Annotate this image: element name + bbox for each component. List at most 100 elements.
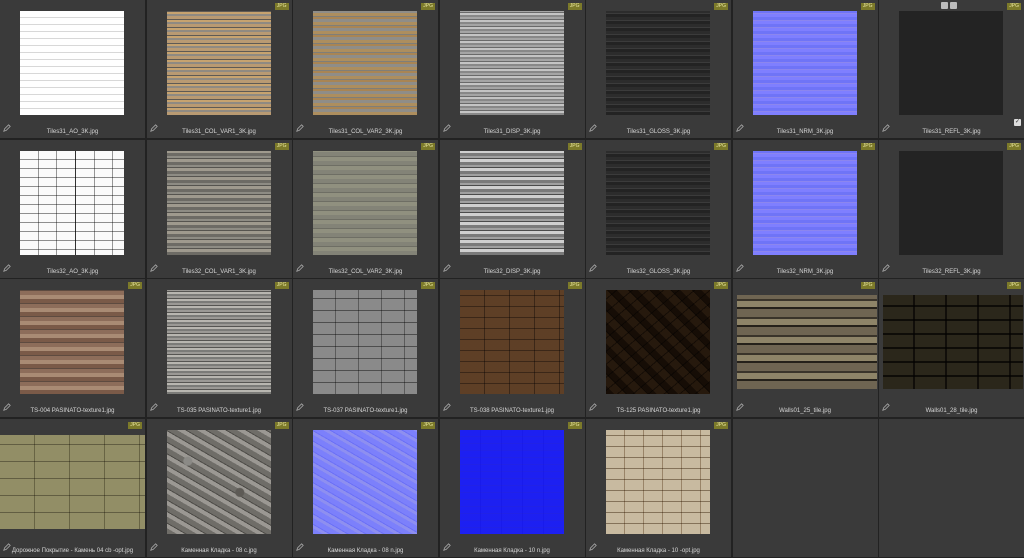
- thumbnail-item[interactable]: JPG Каменная Кладка - 10 -opt.jpg: [586, 418, 731, 557]
- pencil-icon[interactable]: [442, 259, 451, 272]
- pencil-icon[interactable]: [296, 259, 304, 272]
- thumbnail-item[interactable]: Tiles31_AO_3K.jpg: [0, 0, 145, 138]
- square-icon[interactable]: [941, 2, 948, 9]
- thumbnail-item[interactable]: JPG TS-035 PASINATO-texture1.jpg: [146, 279, 292, 417]
- file-type-badge: JPG: [1007, 282, 1021, 289]
- pencil-icon[interactable]: [149, 398, 158, 411]
- thumbnail-item[interactable]: JPG Tiles32_GLOSS_3K.jpg: [586, 139, 731, 278]
- thumbnail-image[interactable]: [752, 150, 857, 255]
- file-name-label: Tiles31_COL_VAR1_3K.jpg: [182, 129, 256, 135]
- file-type-badge: JPG: [567, 282, 582, 289]
- pencil-icon[interactable]: [882, 398, 890, 411]
- pencil-icon[interactable]: [149, 119, 158, 132]
- thumbnail-item[interactable]: JPG Tiles32_COL_VAR2_3K.jpg: [293, 139, 438, 278]
- thumbnail-item[interactable]: JPG Tiles31_COL_VAR2_3K.jpg: [293, 0, 438, 138]
- thumbnail-item[interactable]: JPG TS-004 PASINATO-texture1.jpg: [0, 279, 145, 417]
- thumbnail-item[interactable]: JPG TS-038 PASINATO-texture1.jpg: [439, 279, 585, 417]
- pencil-icon[interactable]: [735, 398, 744, 411]
- thumbnail-image[interactable]: [459, 11, 564, 115]
- file-name-label: Tiles32_GLOSS_3K.jpg: [626, 268, 691, 275]
- file-type-badge: JPG: [128, 282, 142, 289]
- file-name-label: Tiles32_DISP_3K.jpg: [483, 268, 541, 275]
- thumbnail-item[interactable]: JPG Tiles31_GLOSS_3K.jpg: [586, 0, 731, 138]
- pencil-icon[interactable]: [3, 259, 11, 272]
- thumbnail-item[interactable]: JPG Каменная Кладка - 08 n.jpg: [293, 418, 438, 557]
- thumbnail-image[interactable]: [606, 429, 710, 534]
- pencil-icon[interactable]: [589, 398, 597, 411]
- pencil-icon[interactable]: [882, 259, 890, 272]
- thumbnail-image[interactable]: [736, 295, 877, 389]
- pencil-icon[interactable]: [442, 538, 451, 551]
- thumbnail-image[interactable]: [166, 290, 271, 394]
- pencil-icon[interactable]: [589, 259, 597, 272]
- pencil-icon[interactable]: [882, 119, 890, 132]
- thumbnail-item[interactable]: JPG Tiles31_NRM_3K.jpg: [732, 0, 878, 138]
- thumbnail-image[interactable]: [899, 150, 1003, 255]
- file-type-badge: JPG: [274, 282, 289, 289]
- thumbnail-image[interactable]: [752, 11, 857, 115]
- thumbnail-item[interactable]: JPG ✓ Tiles31_REFL_3K.jpg: [879, 0, 1024, 138]
- thumbnail-image[interactable]: [313, 11, 417, 115]
- thumbnail-image[interactable]: [0, 434, 145, 529]
- thumbnail-image[interactable]: [606, 11, 710, 115]
- file-name-label: Каменная Кладка - 10 n.jpg: [474, 547, 550, 554]
- thumbnail-image[interactable]: [20, 290, 124, 394]
- pencil-icon[interactable]: [3, 119, 11, 132]
- file-name-label: TS-035 PASINATO-texture1.jpg: [176, 408, 262, 414]
- thumbnail-item[interactable]: JPG Каменная Кладка - 10 n.jpg: [439, 418, 585, 557]
- thumbnail-image[interactable]: [606, 150, 710, 255]
- thumbnail-item[interactable]: JPG Tiles31_COL_VAR1_3K.jpg: [146, 0, 292, 138]
- file-type-badge: JPG: [274, 142, 289, 150]
- thumbnail-item[interactable]: JPG Tiles32_COL_VAR1_3K.jpg: [146, 139, 292, 278]
- file-type-badge: JPG: [421, 282, 435, 289]
- thumbnail-item[interactable]: JPG Walls01_25_tile.jpg: [732, 279, 878, 417]
- pencil-icon[interactable]: [296, 398, 304, 411]
- select-checkbox[interactable]: ✓: [1014, 119, 1021, 126]
- pencil-icon[interactable]: [296, 119, 304, 132]
- thumbnail-image[interactable]: [313, 290, 417, 394]
- thumbnail-image[interactable]: [313, 150, 417, 255]
- pencil-icon[interactable]: [589, 538, 597, 551]
- thumbnail-item[interactable]: JPG Walls01_28_tile.jpg: [879, 279, 1024, 417]
- pencil-icon[interactable]: [149, 259, 158, 272]
- file-type-badge: JPG: [274, 3, 289, 10]
- thumbnail-image[interactable]: [20, 150, 124, 255]
- thumbnail-image[interactable]: [606, 290, 710, 394]
- file-type-badge: JPG: [421, 421, 435, 429]
- thumbnail-item[interactable]: JPG Дорожное Покрытие - Камень 04 cb -opt…: [0, 418, 145, 557]
- thumbnail-image[interactable]: [459, 290, 564, 394]
- thumbnail-item[interactable]: Tiles32_AO_3K.jpg: [0, 139, 145, 278]
- thumbnail-image[interactable]: [313, 429, 417, 534]
- file-name-label: TS-004 PASINATO-texture1.jpg: [30, 408, 115, 414]
- pencil-icon[interactable]: [735, 259, 744, 272]
- thumbnail-item[interactable]: JPG Каменная Кладка - 08 c.jpg: [146, 418, 292, 557]
- thumbnail-image[interactable]: [459, 429, 564, 534]
- pencil-icon[interactable]: [589, 119, 597, 132]
- thumbnail-item[interactable]: JPG TS-125 PASINATO-texture1.jpg: [586, 279, 731, 417]
- thumbnail-item[interactable]: JPG Tiles32_NRM_3K.jpg: [732, 139, 878, 278]
- thumbnail-item[interactable]: JPG Tiles32_REFL_3K.jpg: [879, 139, 1024, 278]
- thumbnail-image[interactable]: [459, 150, 564, 255]
- thumbnail-image[interactable]: [166, 11, 271, 115]
- thumbnail-image[interactable]: [166, 150, 271, 255]
- file-name-label: Каменная Кладка - 08 n.jpg: [327, 547, 404, 554]
- file-name-label: Дорожное Покрытие - Камень 04 cb -opt.jp…: [11, 547, 134, 554]
- thumbnail-image[interactable]: [883, 295, 1023, 389]
- thumbnail-item[interactable]: JPG Tiles31_DISP_3K.jpg: [439, 0, 585, 138]
- pencil-icon[interactable]: [735, 119, 744, 132]
- thumbnail-image[interactable]: [899, 11, 1003, 115]
- edit-icon[interactable]: [950, 2, 957, 9]
- pencil-icon[interactable]: [3, 538, 11, 551]
- thumbnail-item[interactable]: JPG TS-037 PASINATO-texture1.jpg: [293, 279, 438, 417]
- thumbnail-image[interactable]: [166, 429, 271, 534]
- thumbnail-image[interactable]: [20, 11, 124, 115]
- pencil-icon[interactable]: [442, 398, 451, 411]
- file-type-badge: JPG: [714, 421, 728, 429]
- pencil-icon[interactable]: [442, 119, 451, 132]
- pencil-icon[interactable]: [149, 538, 158, 551]
- thumbnail-item[interactable]: JPG Tiles32_DISP_3K.jpg: [439, 139, 585, 278]
- file-name-label: Tiles32_COL_VAR1_3K.jpg: [182, 268, 256, 275]
- file-name-label: Каменная Кладка - 08 c.jpg: [181, 547, 257, 554]
- pencil-icon[interactable]: [296, 538, 304, 551]
- pencil-icon[interactable]: [3, 398, 11, 411]
